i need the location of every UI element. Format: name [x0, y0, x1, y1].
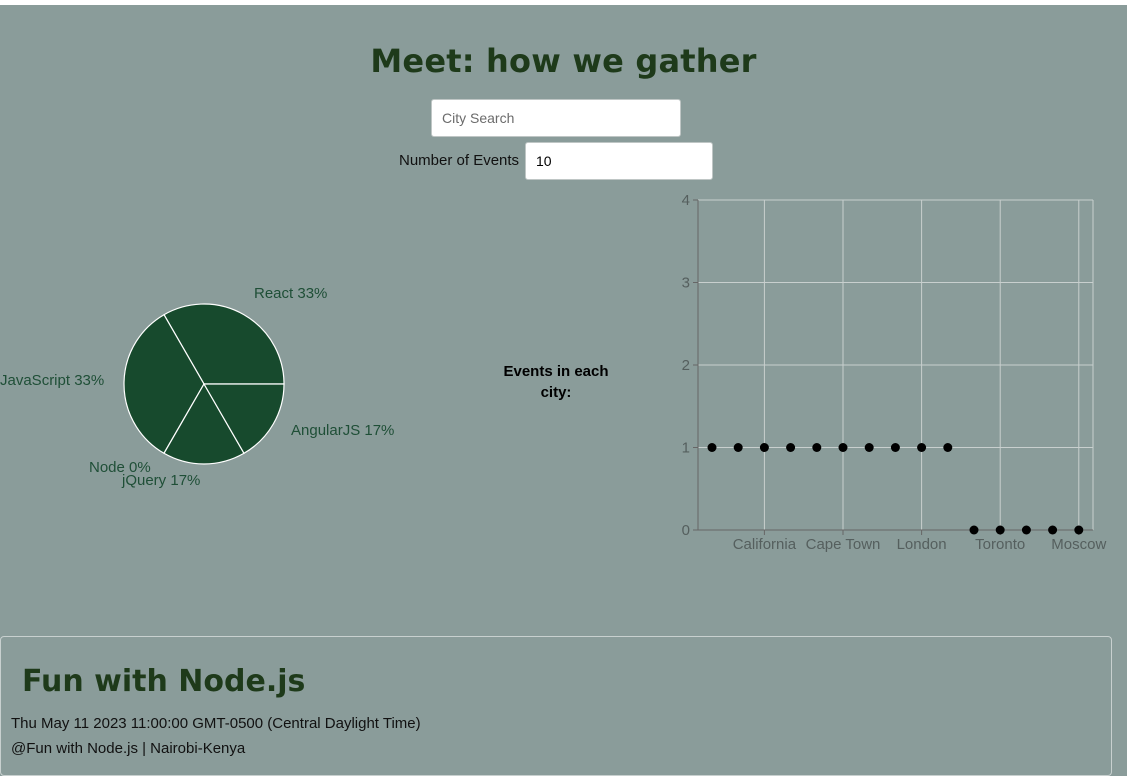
scatter-point-0: [707, 443, 717, 452]
scatter-point-10: [969, 525, 979, 535]
x-tick-label-2: California: [733, 536, 797, 553]
pie-label-node: Node 0%: [89, 459, 151, 476]
y-tick-label-2: 2: [682, 357, 690, 374]
scatter-point-4: [812, 443, 822, 452]
y-tick-label-3: 3: [682, 275, 690, 292]
footer-title: Fun with Node.js: [22, 664, 306, 699]
top-border: [0, 0, 1127, 5]
number-of-events-label: Number of Events: [399, 152, 520, 169]
scatter-point-9: [943, 443, 953, 452]
events-scatter-chart: 0 1 2 3 4 California Cape Town London Toronto Mos…: [682, 192, 1107, 553]
page-title: Meet: how we gather: [370, 42, 757, 80]
pie-label-javascript: JavaScript 33%: [0, 372, 104, 389]
scatter-point-8: [917, 443, 927, 452]
scatter-point-2: [759, 443, 769, 452]
scatter-point-5: [838, 443, 848, 452]
y-tick-label-0: 0: [682, 522, 690, 539]
scatter-point-3: [786, 443, 796, 452]
scatter-chart-title: Events in each city:: [503, 363, 609, 401]
scatter-point-6: [864, 443, 874, 452]
footer-copyright: @Fun with Node.js | Nairobi-Kenya: [11, 740, 246, 757]
scatter-point-1: [733, 443, 743, 452]
x-tick-label-5: Cape Town: [806, 536, 881, 553]
city-search-input[interactable]: [431, 99, 681, 137]
scatter-point-14: [1074, 525, 1084, 535]
footer: Fun with Node.js Thu May 11 2023 11:00:0…: [0, 636, 1112, 776]
footer-date: Thu May 11 2023 11:00:00 GMT-0500 (Centr…: [11, 715, 421, 732]
scatter-point-13: [1048, 525, 1058, 535]
x-tick-label-14: Moscow: [1051, 536, 1106, 553]
pie-label-angularjs: AngularJS 17%: [291, 422, 394, 439]
pie-label-react: React 33%: [254, 285, 327, 302]
y-tick-label-1: 1: [682, 440, 690, 457]
scatter-point-12: [1021, 525, 1031, 535]
number-of-events-input[interactable]: [525, 142, 713, 180]
scatter-point-7: [890, 443, 900, 452]
x-tick-label-11: Toronto: [975, 536, 1025, 553]
y-tick-label-4: 4: [682, 192, 690, 209]
genre-pie-chart: React 33% AngularJS 17% jQuery 17% Node …: [0, 285, 394, 489]
x-tick-label-8: London: [897, 536, 947, 553]
scatter-point-11: [995, 525, 1005, 535]
